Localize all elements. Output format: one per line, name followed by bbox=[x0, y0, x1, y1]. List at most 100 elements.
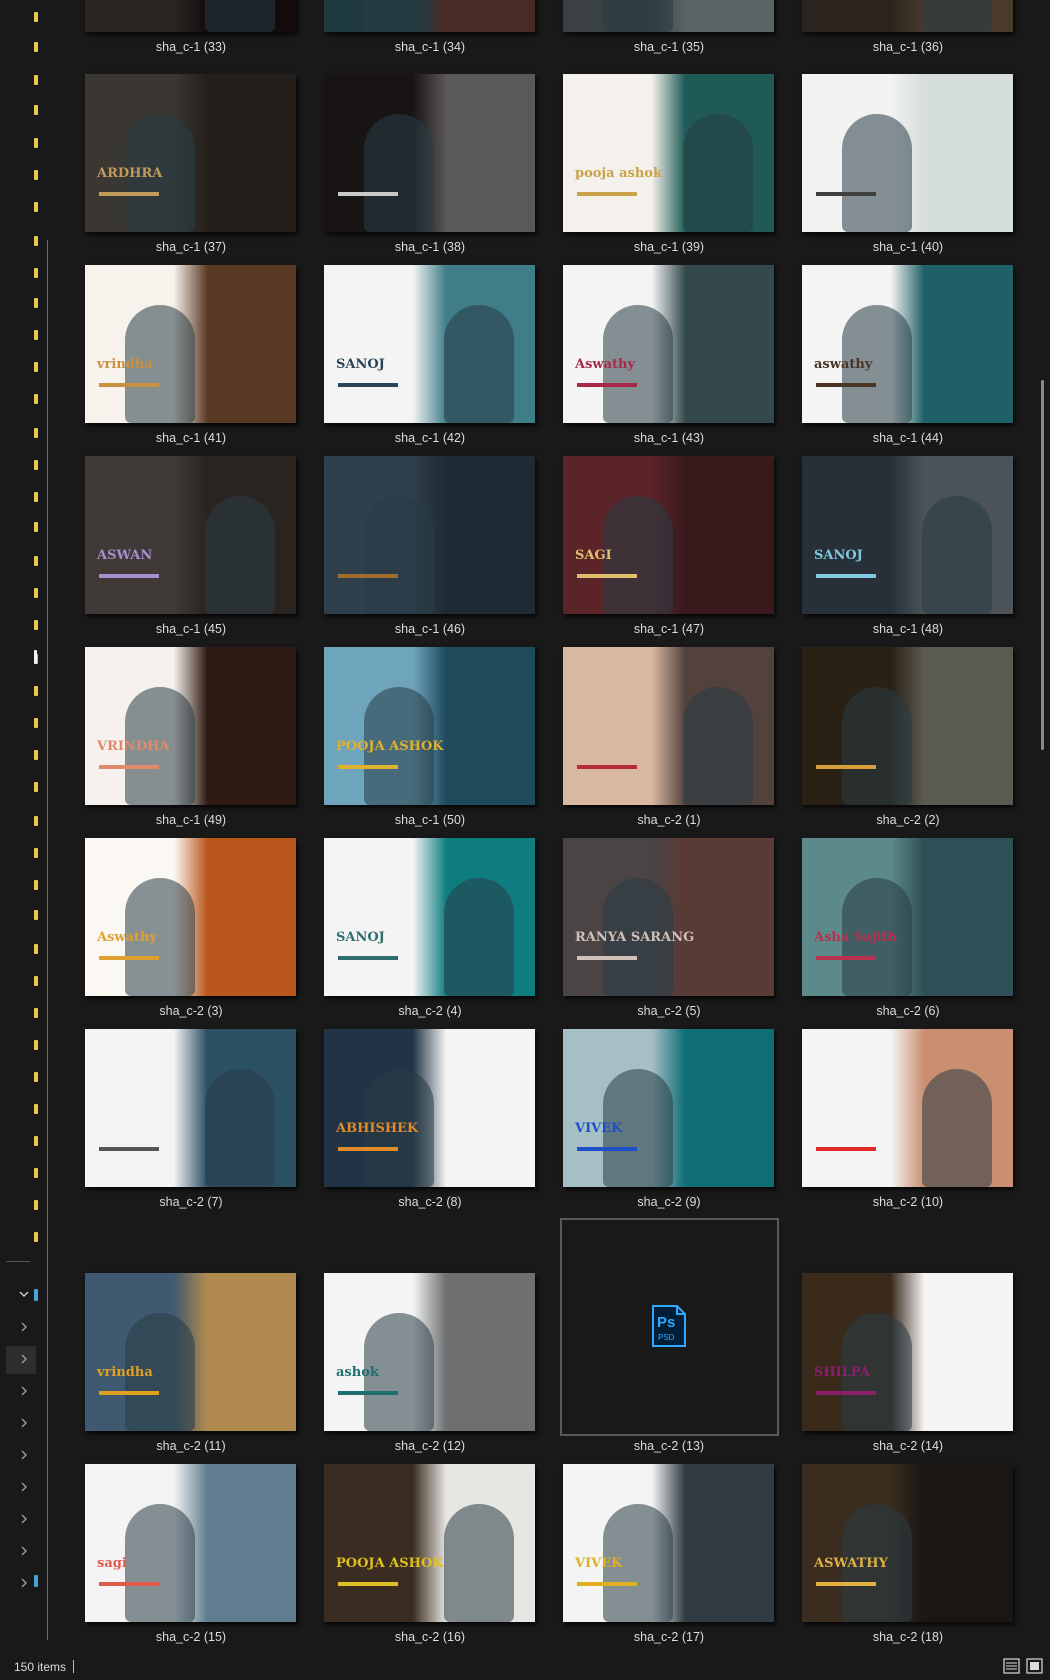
file-grid[interactable]: SAJAD sha_c-1 (33) sha_c-1 (34) sha_c-1 (35… bbox=[56, 0, 1036, 1652]
accent-bar bbox=[99, 1147, 159, 1151]
file-thumbnail[interactable]: POOJA ASHOK bbox=[324, 647, 535, 805]
navigation-scrollbar[interactable] bbox=[47, 240, 48, 1640]
file-item[interactable]: sha_c-1 (46) bbox=[295, 456, 535, 640]
chevron-right-icon[interactable] bbox=[17, 1448, 31, 1462]
file-item[interactable]: sagi sha_c-2 (15) bbox=[56, 1464, 296, 1648]
file-thumbnail[interactable] bbox=[802, 74, 1013, 232]
file-item[interactable]: SAGI sha_c-1 (47) bbox=[534, 456, 774, 640]
nav-pin-marker bbox=[34, 170, 38, 180]
file-item[interactable]: sha_c-2 (10) bbox=[773, 1029, 1013, 1213]
file-thumbnail[interactable]: VRINDHA bbox=[85, 647, 296, 805]
thumbnail-title-text: pooja ashok bbox=[575, 166, 662, 181]
scrollbar-thumb[interactable] bbox=[1041, 380, 1044, 750]
file-item[interactable]: SANOJ sha_c-2 (4) bbox=[295, 838, 535, 1022]
file-thumbnail[interactable]: pooja ashok bbox=[563, 74, 774, 232]
file-thumbnail[interactable]: ASWATHY bbox=[802, 1464, 1013, 1622]
file-thumbnail[interactable]: ARDHRA bbox=[85, 74, 296, 232]
chevron-right-icon[interactable] bbox=[17, 1480, 31, 1494]
file-thumbnail[interactable] bbox=[802, 647, 1013, 805]
file-thumbnail[interactable]: SAJAD bbox=[85, 0, 296, 32]
file-item[interactable]: sha_c-1 (35) bbox=[534, 0, 774, 58]
file-item[interactable]: sha_c-2 (1) bbox=[534, 647, 774, 831]
file-thumbnail[interactable] bbox=[324, 74, 535, 232]
file-thumbnail[interactable]: vrindha bbox=[85, 265, 296, 423]
file-thumbnail[interactable]: RANYA SARANG bbox=[563, 838, 774, 996]
photoshop-label: Ps bbox=[657, 1314, 676, 1331]
file-thumbnail[interactable]: sagi bbox=[85, 1464, 296, 1622]
file-item[interactable]: POOJA ASHOK sha_c-2 (16) bbox=[295, 1464, 535, 1648]
file-item[interactable]: VRINDHA sha_c-1 (49) bbox=[56, 647, 296, 831]
details-view-icon[interactable] bbox=[1003, 1658, 1020, 1674]
file-item[interactable]: ASWAN sha_c-1 (45) bbox=[56, 456, 296, 640]
file-thumbnail[interactable]: POOJA ASHOK bbox=[324, 1464, 535, 1622]
nav-pin-marker bbox=[34, 910, 38, 920]
nav-pin-marker bbox=[34, 718, 38, 728]
file-item[interactable]: VIVEK sha_c-2 (9) bbox=[534, 1029, 774, 1213]
file-item[interactable]: sha_c-2 (2) bbox=[773, 647, 1013, 831]
file-item[interactable]: sha_c-1 (40) bbox=[773, 74, 1013, 258]
file-item[interactable]: Asha Sajith sha_c-2 (6) bbox=[773, 838, 1013, 1022]
file-item[interactable]: SAJAD sha_c-1 (33) bbox=[56, 0, 296, 58]
vertical-scrollbar[interactable] bbox=[1036, 0, 1050, 1652]
chevron-down-icon[interactable] bbox=[17, 1287, 31, 1301]
file-item[interactable]: vrindha sha_c-2 (11) bbox=[56, 1273, 296, 1457]
file-thumbnail[interactable]: Aswathy bbox=[85, 838, 296, 996]
file-item[interactable]: ashok sha_c-2 (12) bbox=[295, 1273, 535, 1457]
file-item[interactable]: Aswathy sha_c-1 (43) bbox=[534, 265, 774, 449]
file-thumbnail[interactable]: Asha Sajith bbox=[802, 838, 1013, 996]
accent-bar bbox=[577, 574, 637, 578]
file-item[interactable]: SANOJ sha_c-1 (48) bbox=[773, 456, 1013, 640]
file-thumbnail[interactable]: VIVEK bbox=[563, 1029, 774, 1187]
silhouette-graphic bbox=[922, 0, 992, 32]
chevron-right-icon[interactable] bbox=[17, 1352, 31, 1366]
chevron-right-icon[interactable] bbox=[17, 1320, 31, 1334]
file-thumbnail[interactable]: ABHISHEK bbox=[324, 1029, 535, 1187]
file-thumbnail[interactable]: ASWAN bbox=[85, 456, 296, 614]
file-thumbnail[interactable]: Aswathy bbox=[563, 265, 774, 423]
file-item[interactable]: SHILPA sha_c-2 (14) bbox=[773, 1273, 1013, 1457]
file-thumbnail[interactable] bbox=[324, 0, 535, 32]
file-item[interactable]: aswathy sha_c-1 (44) bbox=[773, 265, 1013, 449]
file-item[interactable]: VIVEK sha_c-2 (17) bbox=[534, 1464, 774, 1648]
file-thumbnail[interactable] bbox=[85, 1029, 296, 1187]
chevron-right-icon[interactable] bbox=[17, 1544, 31, 1558]
file-item[interactable]: pooja ashok sha_c-1 (39) bbox=[534, 74, 774, 258]
file-item[interactable]: ABHISHEK sha_c-2 (8) bbox=[295, 1029, 535, 1213]
file-item[interactable]: Aswathy sha_c-2 (3) bbox=[56, 838, 296, 1022]
chevron-right-icon[interactable] bbox=[17, 1416, 31, 1430]
file-thumbnail[interactable]: vrindha bbox=[85, 1273, 296, 1431]
file-thumbnail[interactable] bbox=[324, 456, 535, 614]
chevron-right-icon[interactable] bbox=[17, 1512, 31, 1526]
navigation-pane[interactable] bbox=[0, 0, 56, 1652]
file-item[interactable]: SANOJ sha_c-1 (42) bbox=[295, 265, 535, 449]
file-item[interactable]: sha_c-1 (36) bbox=[773, 0, 1013, 58]
file-thumbnail[interactable] bbox=[563, 647, 774, 805]
file-item[interactable]: sha_c-1 (34) bbox=[295, 0, 535, 58]
file-thumbnail[interactable]: SANOJ bbox=[324, 838, 535, 996]
item-count: 150 items bbox=[14, 1660, 67, 1674]
file-thumbnail[interactable]: aswathy bbox=[802, 265, 1013, 423]
large-icons-view-icon[interactable] bbox=[1026, 1658, 1043, 1674]
file-name-label: sha_c-1 (45) bbox=[155, 622, 227, 636]
nav-pin-marker bbox=[34, 460, 38, 470]
file-thumbnail[interactable] bbox=[802, 0, 1013, 32]
file-thumbnail[interactable]: SAGI bbox=[563, 456, 774, 614]
file-thumbnail[interactable]: ashok bbox=[324, 1273, 535, 1431]
file-item[interactable]: sha_c-2 (7) bbox=[56, 1029, 296, 1213]
file-item[interactable]: vrindha sha_c-1 (41) bbox=[56, 265, 296, 449]
chevron-right-icon[interactable] bbox=[17, 1384, 31, 1398]
nav-pin-marker bbox=[34, 42, 38, 52]
file-thumbnail[interactable]: VIVEK bbox=[563, 1464, 774, 1622]
file-thumbnail[interactable]: SHILPA bbox=[802, 1273, 1013, 1431]
file-item[interactable]: sha_c-1 (38) bbox=[295, 74, 535, 258]
file-item[interactable]: POOJA ASHOK sha_c-1 (50) bbox=[295, 647, 535, 831]
chevron-right-icon[interactable] bbox=[17, 1576, 31, 1590]
file-thumbnail[interactable] bbox=[563, 0, 774, 32]
file-thumbnail[interactable]: SANOJ bbox=[324, 265, 535, 423]
file-thumbnail[interactable] bbox=[802, 1029, 1013, 1187]
file-item[interactable]: ARDHRA sha_c-1 (37) bbox=[56, 74, 296, 258]
file-item[interactable]: ASWATHY sha_c-2 (18) bbox=[773, 1464, 1013, 1648]
file-item[interactable]: RANYA SARANG sha_c-2 (5) bbox=[534, 838, 774, 1022]
file-thumbnail[interactable]: SANOJ bbox=[802, 456, 1013, 614]
file-name-label: sha_c-2 (2) bbox=[876, 813, 940, 827]
